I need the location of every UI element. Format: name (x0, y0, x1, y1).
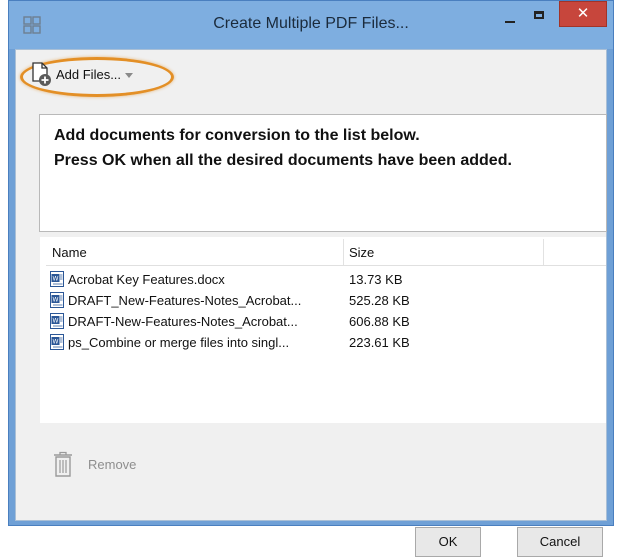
word-document-icon: W (50, 334, 64, 350)
table-row[interactable]: W ps_Combine or merge files into singl..… (46, 332, 606, 353)
column-header-size[interactable]: Size (349, 245, 374, 260)
file-list[interactable]: Name Size W Acrobat Key Features.docx 13… (40, 237, 606, 423)
minimize-button[interactable] (495, 1, 525, 29)
word-document-icon: W (50, 313, 64, 329)
dialog-body: Add Files... Add documents for conversio… (15, 49, 607, 557)
instructions-line-1: Add documents for conversion to the list… (54, 127, 420, 144)
column-header-name[interactable]: Name (52, 245, 87, 260)
instructions-panel: Add documents for conversion to the list… (39, 114, 607, 557)
maximize-button[interactable] (525, 1, 555, 29)
table-row[interactable]: W Acrobat Key Features.docx 13.73 KB (46, 269, 606, 290)
file-name: Acrobat Key Features.docx (68, 272, 225, 287)
svg-text:W: W (53, 318, 59, 325)
dialog-buttons: OK Cancel (40, 513, 606, 557)
remove-label: Remove (88, 456, 137, 472)
file-size: 525.28 KB (349, 293, 410, 308)
table-row[interactable]: W DRAFT_New-Features-Notes_Acrobat... 52… (46, 290, 606, 311)
instructions-line-2: Press OK when all the desired documents … (54, 152, 512, 169)
word-document-icon: W (50, 271, 64, 287)
dialog-window: Create Multiple PDF Files... ✕ Add Files… (8, 0, 614, 557)
svg-text:W: W (53, 339, 59, 346)
svg-text:W: W (53, 276, 59, 283)
file-name: DRAFT-New-Features-Notes_Acrobat... (68, 314, 298, 329)
toolbar: Add Files... (16, 50, 606, 100)
table-row[interactable]: W DRAFT-New-Features-Notes_Acrobat... 60… (46, 311, 606, 332)
add-files-button[interactable]: Add Files... (20, 57, 174, 97)
column-divider[interactable] (343, 239, 344, 265)
file-rows: W Acrobat Key Features.docx 13.73 KB W D… (46, 269, 606, 353)
file-list-header: Name Size (46, 239, 606, 266)
file-name: DRAFT_New-Features-Notes_Acrobat... (68, 293, 302, 308)
column-divider[interactable] (543, 239, 544, 265)
word-document-icon: W (50, 292, 64, 308)
title-bar[interactable]: Create Multiple PDF Files... ✕ (9, 1, 613, 49)
trash-icon (52, 450, 74, 478)
close-button[interactable]: ✕ (559, 1, 607, 27)
remove-button[interactable]: Remove (52, 447, 136, 481)
svg-text:W: W (53, 297, 59, 304)
file-size: 223.61 KB (349, 335, 410, 350)
instructions-text: Add documents for conversion to the list… (54, 123, 512, 173)
document-plus-icon (30, 61, 52, 87)
remove-bar: Remove (40, 425, 606, 503)
file-size: 606.88 KB (349, 314, 410, 329)
file-name: ps_Combine or merge files into singl... (68, 335, 290, 350)
file-size: 13.73 KB (349, 272, 403, 287)
